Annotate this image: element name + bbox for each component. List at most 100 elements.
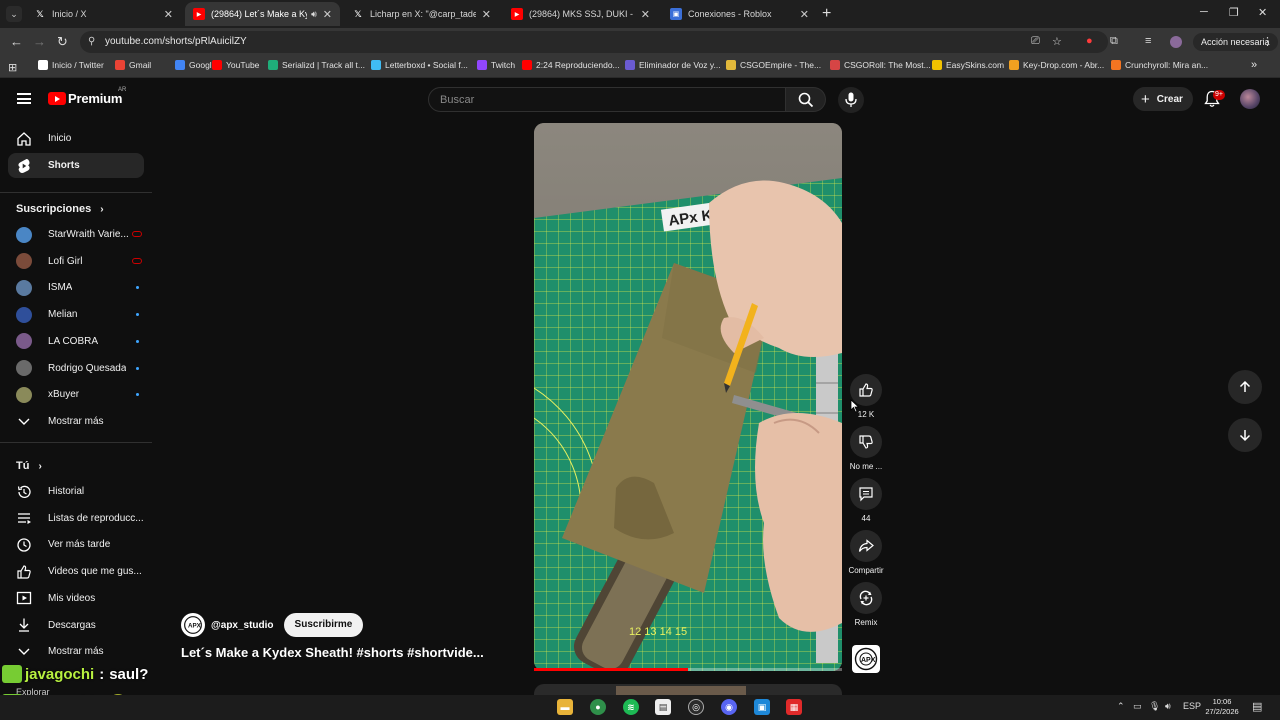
bookmark-item[interactable]: EasySkins.com <box>932 60 1004 70</box>
bookmark-star-icon[interactable]: ☆ <box>1052 35 1062 48</box>
dislike-action[interactable]: No me ... <box>850 426 882 471</box>
video-progress-bar[interactable] <box>534 668 842 671</box>
speaker-icon[interactable]: 🔊︎ <box>311 9 317 20</box>
dislike-button[interactable] <box>850 426 882 458</box>
sidebar-you-item[interactable]: Ver más tarde <box>8 532 144 557</box>
chrome-menu-icon[interactable]: ⋮ <box>1262 35 1273 48</box>
bookmark-item[interactable]: Serializd | Track all t... <box>268 60 365 70</box>
extensions-puzzle-icon[interactable]: ⧉ <box>1110 35 1118 48</box>
channel-name[interactable]: @apx_studio <box>211 620 274 631</box>
account-avatar[interactable] <box>1240 89 1260 109</box>
bookmark-item[interactable]: Key-Drop.com - Abr... <box>1009 60 1104 70</box>
restore-icon[interactable]: ❐ <box>1229 6 1239 19</box>
browser-tab-active[interactable]: ▶ (29864) Let´s Make a Kydex 🔊︎ ✕ <box>185 2 340 26</box>
bookmark-item[interactable]: Google <box>175 60 216 70</box>
you-heading[interactable]: Tú › <box>16 460 42 472</box>
address-bar[interactable]: ⚲ youtube.com/shorts/pRlAuicilZY <box>80 31 1108 53</box>
browser-tab[interactable]: 𝕏 Inicio / X ✕ <box>26 2 181 26</box>
new-tab-icon[interactable]: + <box>822 5 831 23</box>
sidebar-subscription-item[interactable]: Melian <box>8 302 144 327</box>
bookmark-item[interactable]: YouTube <box>212 60 259 70</box>
chrome-icon[interactable]: ● <box>590 699 606 715</box>
sidebar-subscription-item[interactable]: LA COBRA <box>8 329 144 354</box>
close-tab-icon[interactable]: ✕ <box>482 8 491 21</box>
store-icon[interactable]: ▣ <box>754 699 770 715</box>
sidebar-subscription-item[interactable]: ISMA <box>8 275 144 300</box>
volume-icon[interactable]: 🔊︎ <box>1165 701 1171 712</box>
show-more-subscriptions[interactable]: Mostrar más <box>8 409 144 434</box>
close-tab-icon[interactable]: ✕ <box>641 8 650 21</box>
close-tab-icon[interactable]: ✕ <box>164 8 173 21</box>
profile-avatar-icon[interactable] <box>1170 36 1182 48</box>
previous-short-button[interactable] <box>1228 370 1262 404</box>
sidebar-subscription-item[interactable]: Lofi Girl <box>8 249 144 274</box>
notepad-icon[interactable]: ▤ <box>655 699 671 715</box>
file-explorer-icon[interactable]: ▬ <box>557 699 573 715</box>
bookmark-item[interactable]: CSGORoll: The Most... <box>830 60 931 70</box>
remix-action[interactable]: Remix <box>850 582 882 627</box>
tab-search-button[interactable]: ⌄ <box>6 6 22 22</box>
bookmark-item[interactable]: Inicio / Twitter <box>38 60 104 70</box>
bookmark-item[interactable]: 2:24 Reproduciendo... <box>522 60 620 70</box>
apps-grid-icon[interactable]: ⊞ <box>8 61 17 74</box>
bookmark-item[interactable]: Gmail <box>115 60 151 70</box>
comments-action[interactable]: 44 <box>850 478 882 523</box>
sidebar-you-item[interactable]: Historial <box>8 479 144 504</box>
short-title[interactable]: Let´s Make a Kydex Sheath! #shorts #shor… <box>181 645 484 660</box>
sidebar-subscription-item[interactable]: xBuyer <box>8 382 144 407</box>
channel-logo-thumbnail[interactable]: APX <box>852 645 880 673</box>
create-button[interactable]: + Crear <box>1133 87 1193 111</box>
install-app-icon[interactable]: ⎚ <box>1031 35 1040 48</box>
browser-tab[interactable]: ▣ Conexiones - Roblox ✕ <box>662 2 817 26</box>
remix-button[interactable] <box>850 582 882 614</box>
browser-tab[interactable]: 𝕏 Licharp en X: "@carp_tade @St ✕ <box>344 2 499 26</box>
sidebar-you-item[interactable]: Descargas <box>8 613 144 638</box>
media-control-icon[interactable]: ≡ <box>1145 35 1151 47</box>
share-button[interactable] <box>850 530 882 562</box>
tray-overflow-icon[interactable]: ⌃ <box>1117 701 1125 712</box>
reload-icon[interactable]: ↻ <box>57 34 68 50</box>
sidebar-item-shorts[interactable]: Shorts <box>8 153 144 178</box>
system-clock[interactable]: 10:06 27/2/2026 <box>1204 697 1240 717</box>
subscriptions-heading[interactable]: Suscripciones › <box>16 203 104 215</box>
site-settings-icon[interactable]: ⚲ <box>88 36 95 47</box>
next-short-button[interactable] <box>1228 418 1262 452</box>
subscribe-button[interactable]: Suscribirme <box>283 613 364 637</box>
search-button[interactable] <box>786 87 826 112</box>
bookmark-item[interactable]: Eliminador de Voz y... <box>625 60 721 70</box>
comments-button[interactable] <box>850 478 882 510</box>
steam-icon[interactable]: ◎ <box>688 699 704 715</box>
search-input[interactable]: Buscar <box>428 87 786 112</box>
bookmark-item[interactable]: Twitch <box>477 60 515 70</box>
minimize-icon[interactable]: ─ <box>1200 6 1208 18</box>
youtube-premium-logo[interactable]: Premium AR <box>48 87 126 106</box>
forward-arrow-icon[interactable]: → <box>33 34 46 49</box>
sidebar-you-item[interactable]: Mis videos <box>8 586 144 611</box>
sidebar-subscription-item[interactable]: Rodrigo Quesada <box>8 356 144 381</box>
show-more-you[interactable]: Mostrar más <box>8 639 144 664</box>
bookmark-item[interactable]: Crunchyroll: Mira an... <box>1111 60 1208 70</box>
channel-avatar[interactable]: APX <box>181 613 205 637</box>
microphone-tray-icon[interactable]: 🎙︎ <box>1149 701 1160 712</box>
voice-search-button[interactable] <box>838 87 864 113</box>
sidebar-subscription-item[interactable]: StarWraith Varie... <box>8 222 144 247</box>
monitor-icon[interactable]: ▭ <box>1133 701 1142 712</box>
sidebar-you-item[interactable]: Listas de reproducc... <box>8 506 144 531</box>
sidebar-you-item[interactable]: Videos que me gus... <box>8 559 144 584</box>
bookmark-item[interactable]: CSGOEmpire - The... <box>726 60 821 70</box>
close-tab-icon[interactable]: ✕ <box>323 8 332 21</box>
extension-record-icon[interactable]: ● <box>1086 35 1093 47</box>
language-indicator[interactable]: ESP <box>1183 701 1201 711</box>
notification-center-icon[interactable]: ▤ <box>1252 700 1262 713</box>
bookmark-item[interactable]: Letterboxd • Social f... <box>371 60 468 70</box>
close-tab-icon[interactable]: ✕ <box>800 8 809 21</box>
short-video-player[interactable]: APx KNIVES 12 13 14 15 <box>534 123 842 671</box>
back-arrow-icon[interactable]: ← <box>10 34 23 49</box>
browser-tab[interactable]: ▶ (29864) MKS SSJ, DUKI - TU SIL ✕ <box>503 2 658 26</box>
discord-icon[interactable]: ◉ <box>721 699 737 715</box>
sidebar-item-home[interactable]: Inicio <box>8 126 144 151</box>
close-window-icon[interactable]: ✕ <box>1258 6 1267 19</box>
share-action[interactable]: Compartir <box>848 530 884 575</box>
spotify-icon[interactable]: ≋ <box>623 699 639 715</box>
menu-hamburger-icon[interactable] <box>17 93 31 104</box>
